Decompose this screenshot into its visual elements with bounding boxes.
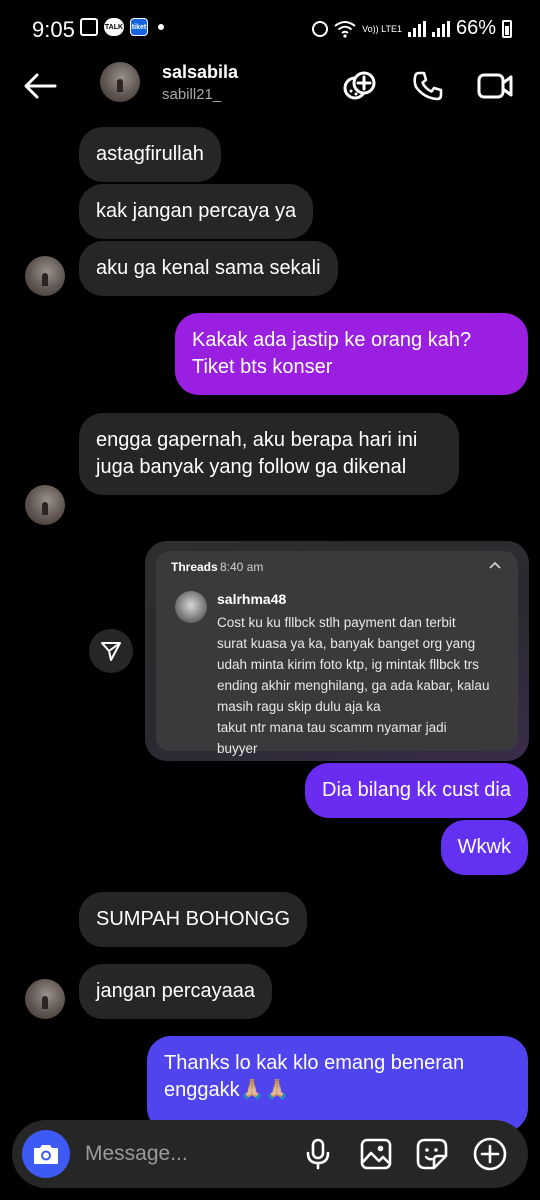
tiket-notification-icon: tiket: [130, 18, 148, 36]
shared-post-line: buyyer: [217, 741, 258, 756]
message-input[interactable]: [85, 1139, 285, 1169]
shared-post-line: udah minta kirim foto ktp, ig mintak fll…: [217, 657, 479, 672]
message-incoming[interactable]: jangan percayaaa: [79, 964, 273, 1019]
message-incoming[interactable]: engga gapernah, aku berapa hari ini juga…: [79, 413, 459, 495]
message-outgoing[interactable]: Thanks lo kak klo emang beneran enggakk🙏…: [147, 1036, 528, 1132]
talk-notification-icon: TALK: [104, 18, 124, 36]
shared-threads-post[interactable]: Threads 8:40 am salrhma48 Cost ku ku fll…: [145, 541, 529, 761]
shared-post-line: Cost ku ku fllbck stlh payment dan terbi…: [217, 615, 456, 630]
shared-post-line: takut ntr mana tau scamm nyamar jadi: [217, 720, 447, 735]
contact-username[interactable]: sabill21_: [162, 86, 221, 103]
shared-post-time: 8:40 am: [220, 560, 264, 574]
battery-icon: [502, 19, 512, 38]
status-time: 9:05: [32, 17, 75, 42]
notification-icons: TALK tiket: [80, 18, 164, 36]
chevron-up-icon[interactable]: [488, 559, 502, 573]
voice-message-button[interactable]: [298, 1134, 338, 1174]
back-button[interactable]: [20, 66, 60, 106]
signal-bars-2-icon: [431, 20, 450, 37]
message-incoming[interactable]: astagfirullah: [79, 127, 221, 182]
system-status-icons: Vo)) LTE1 66%: [312, 17, 512, 40]
battery-percent: 66%: [455, 17, 496, 39]
shared-post-line: ending akhir menghilang, ga ada kabar, k…: [217, 678, 490, 693]
message-composer: [12, 1120, 528, 1188]
shared-post-line: surat kuasa ya ka, banyak banget org yan…: [217, 636, 476, 651]
plus-circle-icon: [473, 1137, 507, 1171]
shared-post-text: Cost ku ku fllbck stlh payment dan terbi…: [217, 612, 511, 759]
shared-post-app-name: Threads: [171, 560, 218, 574]
voice-call-button[interactable]: [408, 66, 448, 106]
network-type-label: Vo)) LTE1: [362, 23, 402, 34]
shared-post-preview[interactable]: Threads 8:40 am salrhma48 Cost ku ku fll…: [156, 551, 518, 756]
more-options-button[interactable]: [470, 1134, 510, 1174]
add-people-button[interactable]: [340, 66, 380, 106]
forward-share-button[interactable]: [89, 629, 133, 673]
image-icon: [360, 1138, 392, 1170]
shared-post-line: masih ragu skip dulu aja ka: [217, 699, 381, 714]
sender-avatar[interactable]: [25, 979, 65, 1019]
sticker-icon: [416, 1138, 448, 1170]
message-incoming[interactable]: kak jangan percaya ya: [79, 184, 314, 239]
message-incoming[interactable]: SUMPAH BOHONGG: [79, 892, 308, 947]
more-notifications-dot-icon: [158, 24, 164, 30]
microphone-icon: [306, 1138, 330, 1170]
message-outgoing[interactable]: Wkwk: [440, 820, 528, 875]
gallery-button[interactable]: [356, 1134, 396, 1174]
camera-button[interactable]: [22, 1130, 70, 1178]
video-call-button[interactable]: [475, 66, 515, 106]
message-incoming[interactable]: aku ga kenal sama sekali: [79, 241, 338, 296]
camera-icon: [34, 1145, 58, 1164]
message-outgoing[interactable]: Kakak ada jastip ke orang kah? Tiket bts…: [175, 313, 528, 395]
chat-header: salsabila sabill21_: [0, 58, 540, 114]
wifi-icon: [334, 20, 356, 38]
shared-post-username: salrhma48: [217, 591, 287, 607]
alarm-icon: [312, 20, 329, 37]
send-arrow-icon: [101, 642, 121, 661]
sender-avatar[interactable]: [25, 256, 65, 296]
gallery-notification-icon: [80, 18, 98, 36]
status-bar: 9:05 TALK tiket Vo)) LTE1 66%: [0, 0, 540, 58]
video-camera-icon: [477, 73, 513, 99]
phone-icon: [413, 71, 443, 101]
signal-bars-icon: [407, 20, 426, 37]
sender-avatar[interactable]: [25, 485, 65, 525]
message-outgoing[interactable]: Dia bilang kk cust dia: [305, 763, 528, 818]
contact-avatar[interactable]: [100, 62, 140, 102]
arrow-left-icon: [24, 73, 57, 99]
shared-post-author-avatar: [175, 591, 207, 623]
add-people-icon: [343, 71, 376, 100]
contact-name[interactable]: salsabila: [162, 62, 238, 83]
sticker-button[interactable]: [412, 1134, 452, 1174]
